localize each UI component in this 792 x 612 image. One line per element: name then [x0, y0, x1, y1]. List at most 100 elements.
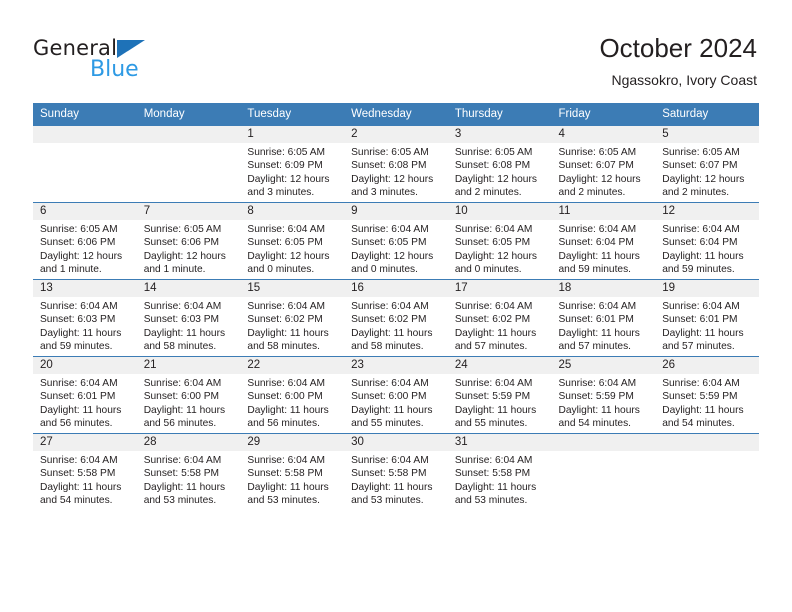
calendar-day-cell[interactable]: 22 Sunrise: 6:04 AM Sunset: 6:00 PM Dayligh…	[240, 356, 345, 434]
calendar-day-cell[interactable]: 25 Sunrise: 6:04 AM Sunset: 5:59 PM Dayligh…	[551, 356, 656, 434]
sunrise-text: Sunrise: 6:04 AM	[662, 224, 740, 235]
calendar-day-cell-empty	[551, 433, 656, 510]
day-cell-inner: 27 Sunrise: 6:04 AM Sunset: 5:58 PM Dayligh…	[33, 434, 137, 510]
day-number: 10	[447, 203, 552, 220]
calendar-day-cell[interactable]: 5 Sunrise: 6:05 AM Sunset: 6:07 PM Daylight…	[655, 125, 759, 203]
day-cell-details: Sunrise: 6:04 AM Sunset: 6:01 PM Daylight:…	[655, 297, 759, 353]
calendar-day-cell[interactable]: 9 Sunrise: 6:04 AM Sunset: 6:05 PM Daylight…	[344, 202, 448, 280]
calendar-day-cell-empty	[33, 125, 137, 203]
sunset-text: Sunset: 6:05 PM	[351, 237, 427, 249]
day-number: 4	[551, 126, 656, 143]
sunset-text: Sunset: 5:58 PM	[351, 468, 427, 480]
sunrise-text: Sunrise: 6:04 AM	[247, 378, 325, 389]
day-number: 8	[240, 203, 345, 220]
calendar-day-cell[interactable]: 1 Sunrise: 6:05 AM Sunset: 6:09 PM Daylight…	[240, 125, 345, 203]
calendar-week-row: 13 Sunrise: 6:04 AM Sunset: 6:03 PM Dayligh…	[33, 279, 759, 357]
sunrise-text: Sunrise: 6:04 AM	[40, 455, 118, 466]
calendar-day-cell[interactable]: 16 Sunrise: 6:04 AM Sunset: 6:02 PM Dayligh…	[344, 279, 448, 357]
day-cell-details: Sunrise: 6:04 AM Sunset: 6:05 PM Daylight:…	[240, 220, 344, 276]
calendar-day-cell[interactable]: 4 Sunrise: 6:05 AM Sunset: 6:07 PM Daylight…	[551, 125, 656, 203]
day-cell-inner: 1 Sunrise: 6:05 AM Sunset: 6:09 PM Daylight…	[240, 126, 345, 202]
page-header: General Blue October 2024 Ngassokro, Ivo…	[0, 0, 792, 100]
day-cell-inner: 17 Sunrise: 6:04 AM Sunset: 6:02 PM Dayligh…	[447, 280, 552, 356]
logo-text-blue: Blue	[90, 57, 139, 82]
day-number: 23	[344, 357, 448, 374]
day-cell-details: Sunrise: 6:04 AM Sunset: 6:00 PM Daylight:…	[240, 374, 344, 430]
calendar-day-cell[interactable]: 12 Sunrise: 6:04 AM Sunset: 6:04 PM Dayligh…	[655, 202, 759, 280]
sunrise-text: Sunrise: 6:04 AM	[351, 378, 429, 389]
day-cell-inner: 3 Sunrise: 6:05 AM Sunset: 6:08 PM Daylight…	[447, 126, 552, 202]
day-cell-details: Sunrise: 6:04 AM Sunset: 6:04 PM Daylight:…	[655, 220, 759, 276]
sunrise-text: Sunrise: 6:04 AM	[351, 224, 429, 235]
day-cell-inner: 30 Sunrise: 6:04 AM Sunset: 5:58 PM Dayligh…	[344, 434, 448, 510]
day-cell-details: Sunrise: 6:04 AM Sunset: 6:01 PM Daylight:…	[552, 297, 656, 353]
calendar-day-cell[interactable]: 8 Sunrise: 6:04 AM Sunset: 6:05 PM Daylight…	[240, 202, 345, 280]
calendar-day-cell[interactable]: 2 Sunrise: 6:05 AM Sunset: 6:08 PM Daylight…	[344, 125, 448, 203]
calendar-day-cell[interactable]: 21 Sunrise: 6:04 AM Sunset: 6:00 PM Dayligh…	[136, 356, 241, 434]
calendar-day-cell[interactable]: 26 Sunrise: 6:04 AM Sunset: 5:59 PM Dayligh…	[655, 356, 759, 434]
day-cell-inner: 31 Sunrise: 6:04 AM Sunset: 5:58 PM Dayligh…	[447, 434, 552, 510]
day-cell-details: Sunrise: 6:04 AM Sunset: 6:02 PM Daylight:…	[344, 297, 448, 353]
day-cell-inner: 25 Sunrise: 6:04 AM Sunset: 5:59 PM Dayligh…	[551, 357, 656, 433]
sunrise-text: Sunrise: 6:04 AM	[40, 378, 118, 389]
calendar-day-cell[interactable]: 14 Sunrise: 6:04 AM Sunset: 6:03 PM Dayligh…	[136, 279, 241, 357]
calendar-day-cell[interactable]: 7 Sunrise: 6:05 AM Sunset: 6:06 PM Daylight…	[136, 202, 241, 280]
day-cell-inner: 28 Sunrise: 6:04 AM Sunset: 5:58 PM Dayligh…	[136, 434, 241, 510]
day-cell-details: Sunrise: 6:04 AM Sunset: 5:59 PM Daylight:…	[655, 374, 759, 430]
calendar-day-cell[interactable]: 10 Sunrise: 6:04 AM Sunset: 6:05 PM Dayligh…	[447, 202, 552, 280]
day-cell-inner: 22 Sunrise: 6:04 AM Sunset: 6:00 PM Dayligh…	[240, 357, 345, 433]
title-block: October 2024 Ngassokro, Ivory Coast	[599, 32, 757, 90]
sunrise-text: Sunrise: 6:05 AM	[454, 147, 533, 158]
day-number: 7	[136, 203, 241, 220]
sunrise-text: Sunrise: 6:04 AM	[143, 455, 222, 466]
daylight-text: Daylight: 12 hours and 2 minutes.	[662, 173, 745, 198]
calendar-day-cell[interactable]: 27 Sunrise: 6:04 AM Sunset: 5:58 PM Dayligh…	[33, 433, 137, 510]
calendar-day-cell[interactable]: 20 Sunrise: 6:04 AM Sunset: 6:01 PM Dayligh…	[33, 356, 137, 434]
day-cell-details: Sunrise: 6:05 AM Sunset: 6:08 PM Daylight:…	[344, 143, 448, 199]
day-number: 17	[447, 280, 552, 297]
general-blue-logo[interactable]: General Blue	[33, 36, 253, 86]
day-number	[136, 126, 241, 143]
calendar-day-cell[interactable]: 23 Sunrise: 6:04 AM Sunset: 6:00 PM Dayligh…	[344, 356, 448, 434]
calendar-day-cell[interactable]: 3 Sunrise: 6:05 AM Sunset: 6:08 PM Daylight…	[447, 125, 552, 203]
day-cell-details: Sunrise: 6:04 AM Sunset: 6:00 PM Daylight:…	[344, 374, 448, 430]
day-cell-details: Sunrise: 6:04 AM Sunset: 5:58 PM Daylight:…	[137, 451, 241, 507]
sunset-text: Sunset: 5:59 PM	[454, 391, 531, 403]
day-number: 21	[136, 357, 241, 374]
calendar-day-cell[interactable]: 29 Sunrise: 6:04 AM Sunset: 5:58 PM Dayligh…	[240, 433, 345, 510]
sunset-text: Sunset: 6:09 PM	[247, 160, 323, 172]
daylight-text: Daylight: 11 hours and 58 minutes.	[247, 327, 329, 352]
sunrise-text: Sunrise: 6:04 AM	[247, 455, 325, 466]
day-number: 27	[33, 434, 137, 451]
calendar-week-row: 27 Sunrise: 6:04 AM Sunset: 5:58 PM Dayligh…	[33, 433, 759, 510]
sunset-text: Sunset: 6:06 PM	[40, 237, 116, 249]
calendar-day-cell[interactable]: 24 Sunrise: 6:04 AM Sunset: 5:59 PM Dayligh…	[447, 356, 552, 434]
calendar-day-cell[interactable]: 15 Sunrise: 6:04 AM Sunset: 6:02 PM Dayligh…	[240, 279, 345, 357]
day-cell-inner: 19 Sunrise: 6:04 AM Sunset: 6:01 PM Dayligh…	[655, 280, 759, 356]
day-number	[551, 434, 656, 451]
day-number: 12	[655, 203, 759, 220]
daylight-text: Daylight: 12 hours and 2 minutes.	[558, 173, 641, 198]
calendar-day-cell[interactable]: 28 Sunrise: 6:04 AM Sunset: 5:58 PM Dayligh…	[136, 433, 241, 510]
day-number	[33, 126, 137, 143]
daylight-text: Daylight: 11 hours and 59 minutes.	[558, 250, 640, 275]
sunset-text: Sunset: 6:00 PM	[143, 391, 220, 403]
sunset-text: Sunset: 6:08 PM	[454, 160, 531, 172]
day-cell-inner: 21 Sunrise: 6:04 AM Sunset: 6:00 PM Dayligh…	[136, 357, 241, 433]
sunset-text: Sunset: 6:08 PM	[351, 160, 427, 172]
sunrise-text: Sunrise: 6:04 AM	[143, 301, 222, 312]
calendar-day-cell[interactable]: 11 Sunrise: 6:04 AM Sunset: 6:04 PM Dayligh…	[551, 202, 656, 280]
calendar-day-cell[interactable]: 17 Sunrise: 6:04 AM Sunset: 6:02 PM Dayligh…	[447, 279, 552, 357]
calendar-day-cell-empty	[136, 125, 241, 203]
calendar-day-cell[interactable]: 19 Sunrise: 6:04 AM Sunset: 6:01 PM Dayligh…	[655, 279, 759, 357]
calendar-day-cell[interactable]: 30 Sunrise: 6:04 AM Sunset: 5:58 PM Dayligh…	[344, 433, 448, 510]
calendar-day-cell[interactable]: 13 Sunrise: 6:04 AM Sunset: 6:03 PM Dayligh…	[33, 279, 137, 357]
calendar-day-cell[interactable]: 31 Sunrise: 6:04 AM Sunset: 5:58 PM Dayligh…	[447, 433, 552, 510]
day-number: 11	[551, 203, 656, 220]
day-cell-inner	[136, 126, 241, 202]
daylight-text: Daylight: 11 hours and 57 minutes.	[558, 327, 640, 352]
daylight-text: Daylight: 11 hours and 57 minutes.	[454, 327, 537, 352]
day-cell-details: Sunrise: 6:04 AM Sunset: 5:58 PM Daylight:…	[240, 451, 344, 507]
calendar-day-cell[interactable]: 18 Sunrise: 6:04 AM Sunset: 6:01 PM Dayligh…	[551, 279, 656, 357]
calendar-day-cell[interactable]: 6 Sunrise: 6:05 AM Sunset: 6:06 PM Daylight…	[33, 202, 137, 280]
